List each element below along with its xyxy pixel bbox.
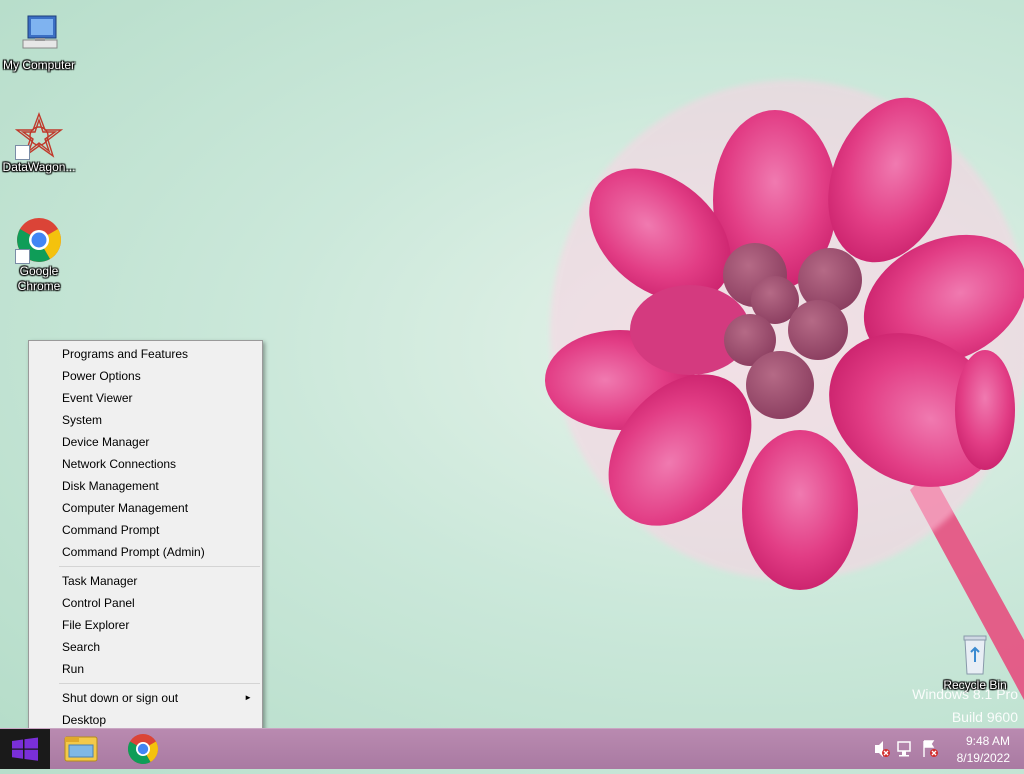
windows-build-watermark: Build 9600 <box>951 709 1018 725</box>
chrome-icon <box>127 734 159 765</box>
network-icon[interactable] <box>896 729 916 769</box>
menu-item-command-prompt-admin[interactable]: Command Prompt (Admin) <box>29 541 262 563</box>
winx-power-user-menu: Programs and Features Power Options Even… <box>28 340 263 734</box>
desktop-icon-recycle-bin[interactable]: Recycle Bin <box>936 630 1014 693</box>
menu-item-search[interactable]: Search <box>29 636 262 658</box>
menu-item-disk-management[interactable]: Disk Management <box>29 475 262 497</box>
icon-label: Google Chrome <box>17 264 61 293</box>
shortcut-arrow-icon <box>15 145 30 160</box>
shortcut-arrow-icon <box>15 249 30 264</box>
menu-item-programs-and-features[interactable]: Programs and Features <box>29 343 262 365</box>
recycle-bin-icon <box>951 630 999 678</box>
computer-icon <box>15 10 63 58</box>
menu-separator <box>59 683 260 684</box>
taskbar: 9:48 AM 8/19/2022 <box>0 728 1024 769</box>
desktop-icon-datawagon[interactable]: DataWagon... <box>0 112 78 175</box>
clock-time: 9:48 AM <box>965 734 1010 748</box>
chrome-icon <box>15 216 63 264</box>
menu-item-file-explorer[interactable]: File Explorer <box>29 614 262 636</box>
menu-item-computer-management[interactable]: Computer Management <box>29 497 262 519</box>
taskbar-chrome-button[interactable] <box>120 731 166 767</box>
speaker-muted-icon[interactable] <box>872 729 892 769</box>
taskbar-clock[interactable]: 9:48 AM 8/19/2022 <box>957 733 1010 767</box>
menu-item-task-manager[interactable]: Task Manager <box>29 570 262 592</box>
taskbar-file-explorer-button[interactable] <box>58 731 104 767</box>
menu-item-event-viewer[interactable]: Event Viewer <box>29 387 262 409</box>
desktop-icon-my-computer[interactable]: My Computer <box>0 10 78 73</box>
menu-item-control-panel[interactable]: Control Panel <box>29 592 262 614</box>
windows-edition-watermark: Windows 8.1 Pro <box>912 686 1018 702</box>
menu-item-power-options[interactable]: Power Options <box>29 365 262 387</box>
menu-separator <box>59 566 260 567</box>
desktop-icon-google-chrome[interactable]: Google Chrome <box>0 216 78 294</box>
menu-item-system[interactable]: System <box>29 409 262 431</box>
menu-item-label: Shut down or sign out <box>62 691 179 705</box>
start-button[interactable] <box>0 729 50 769</box>
submenu-arrow-icon: ► <box>244 693 252 702</box>
menu-item-shut-down-or-sign-out[interactable]: Shut down or sign out ► <box>29 687 262 709</box>
datawagon-logo-icon <box>14 112 64 160</box>
menu-item-command-prompt[interactable]: Command Prompt <box>29 519 262 541</box>
icon-label: My Computer <box>2 58 76 72</box>
action-center-flag-icon[interactable] <box>920 729 940 769</box>
clock-date: 8/19/2022 <box>956 751 1010 765</box>
windows-logo-icon <box>12 737 38 761</box>
icon-label: DataWagon... <box>2 160 76 174</box>
menu-item-network-connections[interactable]: Network Connections <box>29 453 262 475</box>
menu-item-device-manager[interactable]: Device Manager <box>29 431 262 453</box>
menu-item-run[interactable]: Run <box>29 658 262 680</box>
folder-icon <box>64 736 98 762</box>
